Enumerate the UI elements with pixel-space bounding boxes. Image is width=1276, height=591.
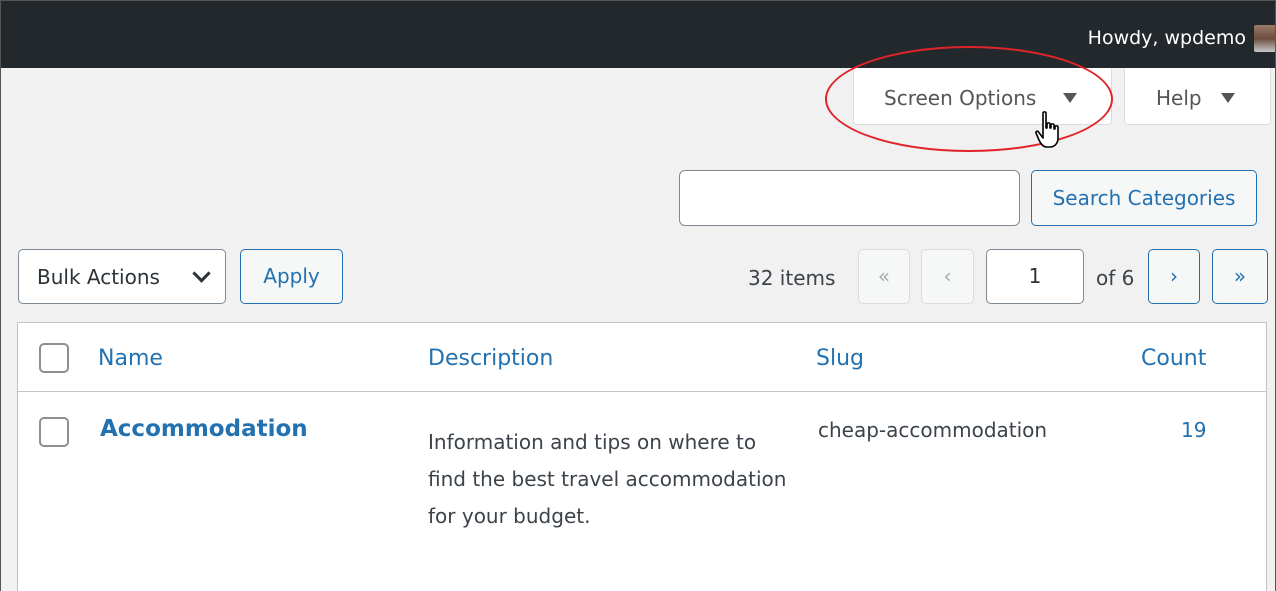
apply-button[interactable]: Apply [240,249,343,304]
total-pages: of 6 [1096,266,1135,290]
howdy-user-link[interactable]: Howdy, wpdemo [1088,27,1246,49]
help-button[interactable]: Help [1124,68,1271,125]
category-slug: cheap-accommodation [818,418,1048,442]
items-count: 32 items [748,266,836,290]
column-slug[interactable]: Slug [816,346,864,371]
search-categories-button[interactable]: Search Categories [1031,170,1257,226]
last-page-button[interactable]: » [1212,249,1268,304]
search-input[interactable] [679,170,1020,226]
highlight-ring [825,46,1113,152]
next-page-button[interactable]: › [1148,249,1200,304]
column-name[interactable]: Name [98,346,163,371]
prev-page-button: ‹ [921,249,974,304]
chevron-down-icon [192,264,211,283]
select-all-checkbox[interactable] [39,343,69,373]
category-count-link[interactable]: 19 [1181,418,1206,442]
table-header: Name Description Slug Count [18,323,1266,392]
column-count[interactable]: Count [1141,346,1206,371]
help-label: Help [1156,86,1202,110]
caret-down-icon [1221,93,1235,103]
hand-pointer-cursor-icon [1035,111,1059,148]
bulk-actions-select[interactable]: Bulk Actions [18,249,226,304]
category-name-link[interactable]: Accommodation [100,416,308,442]
current-page-input[interactable]: 1 [986,249,1084,304]
column-description[interactable]: Description [428,346,553,371]
avatar[interactable] [1254,25,1276,52]
admin-bar: Howdy, wpdemo [0,0,1276,68]
categories-table: Name Description Slug Count Accommodatio… [17,322,1267,591]
row-checkbox[interactable] [39,417,69,447]
bulk-actions-value: Bulk Actions [37,265,160,289]
first-page-button: « [858,249,910,304]
category-description: Information and tips on where to find th… [428,430,787,528]
